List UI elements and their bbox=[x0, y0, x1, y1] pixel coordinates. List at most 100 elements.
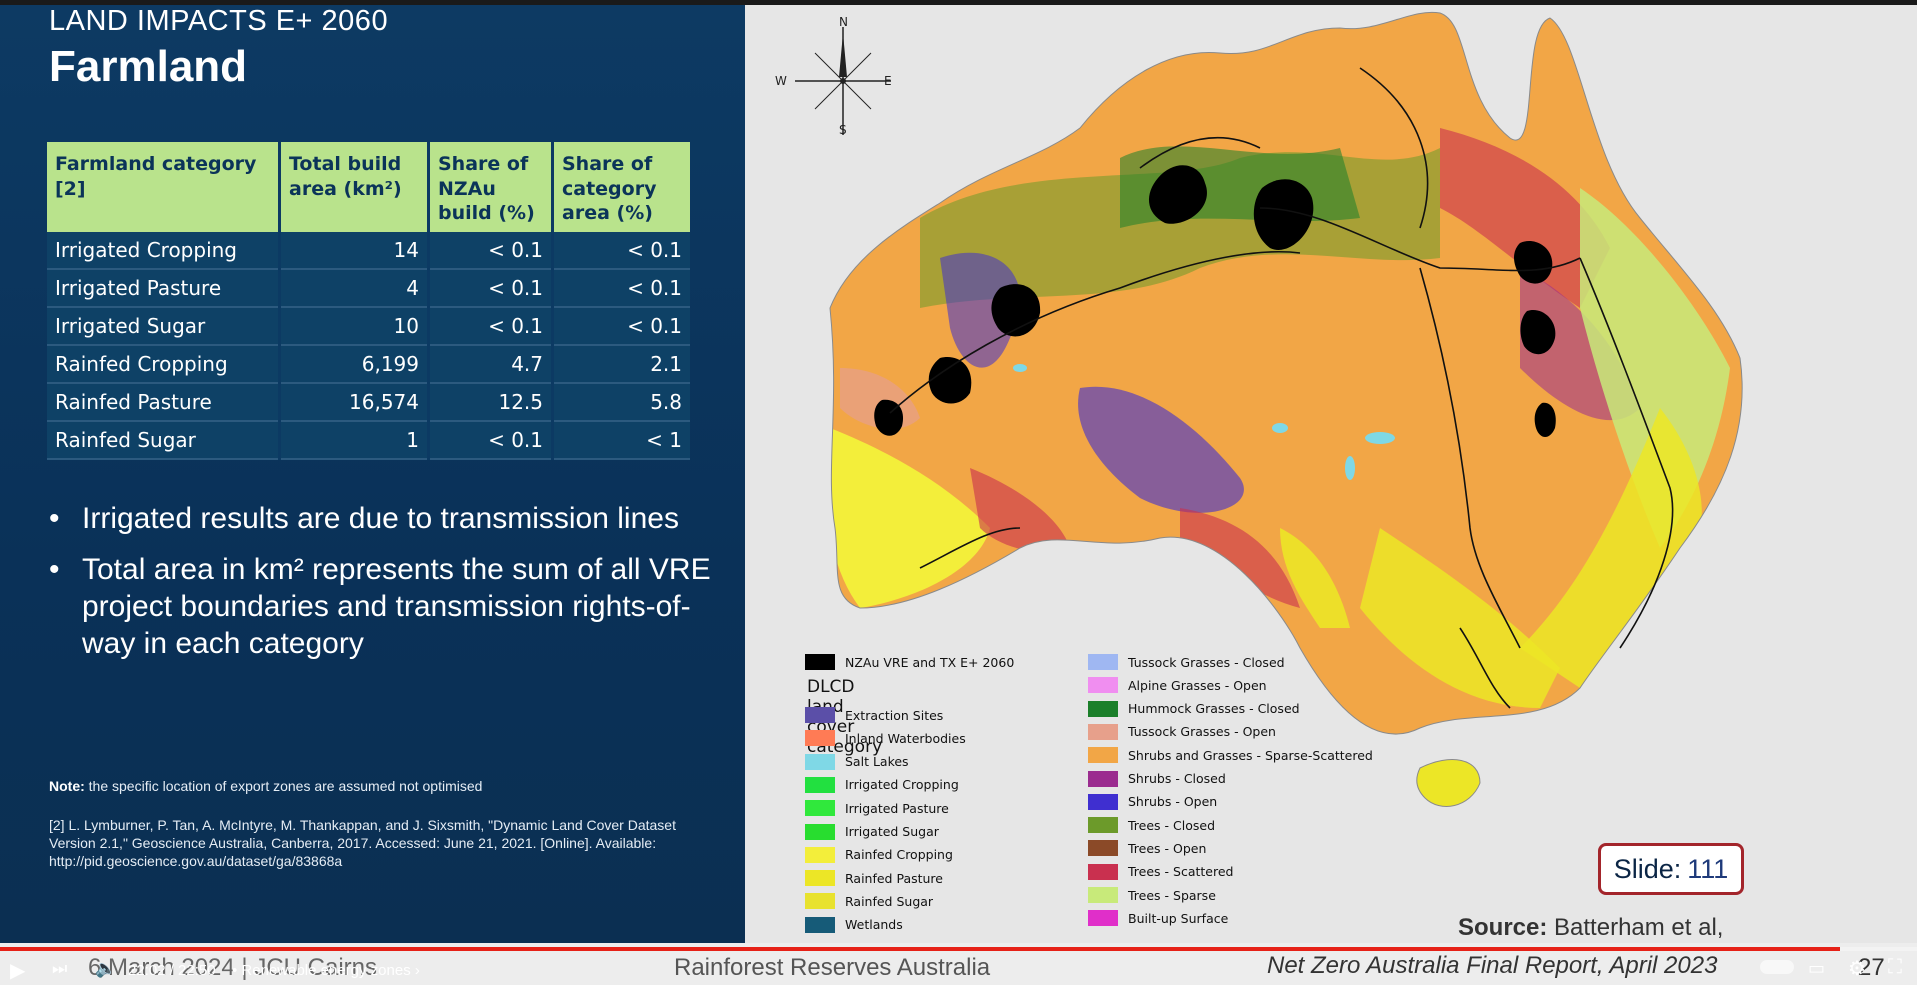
legend-item: Shrubs - Closed bbox=[1088, 769, 1226, 789]
table-header: Total build area (km²) bbox=[279, 142, 430, 232]
legend-label: NZAu VRE and TX E+ 2060 bbox=[845, 654, 1015, 670]
farmland-table: Farmland category [2] Total build area (… bbox=[47, 142, 690, 460]
video-frame[interactable]: LAND IMPACTS E+ 2060 Farmland Farmland c… bbox=[0, 0, 1917, 985]
legend-item: Wetlands bbox=[805, 915, 903, 935]
footer-report: Net Zero Australia Final Report, April 2… bbox=[1267, 952, 1718, 979]
legend-swatch bbox=[805, 870, 835, 887]
legend-label: Inland Waterbodies bbox=[845, 730, 966, 746]
table-cell: Rainfed Pasture bbox=[47, 383, 281, 422]
volume-icon[interactable]: 🔈 bbox=[95, 959, 116, 979]
slide-eyebrow: LAND IMPACTS E+ 2060 bbox=[49, 5, 389, 37]
legend-label: Hummock Grasses - Closed bbox=[1128, 701, 1300, 717]
footer-center: Rainforest Reserves Australia bbox=[674, 954, 991, 981]
legend-item: Trees - Sparse bbox=[1088, 885, 1216, 905]
legend-item-vre: NZAu VRE and TX E+ 2060 bbox=[805, 652, 1014, 672]
legend-swatch bbox=[1088, 747, 1118, 764]
table-cell: 12.5 bbox=[428, 383, 554, 422]
table-cell: Irrigated Sugar bbox=[47, 307, 281, 346]
compass-w: W bbox=[775, 74, 787, 88]
bullet-item: • Total area in km² represents the sum o… bbox=[49, 551, 729, 662]
legend-item: Hummock Grasses - Closed bbox=[1088, 699, 1300, 719]
legend-item: Tussock Grasses - Open bbox=[1088, 722, 1276, 742]
legend-swatch bbox=[805, 846, 835, 863]
slide-note: Note: the specific location of export zo… bbox=[49, 778, 482, 794]
legend-swatch bbox=[1088, 887, 1118, 903]
legend-label: Shrubs - Open bbox=[1128, 794, 1218, 810]
legend-label: Salt Lakes bbox=[845, 754, 909, 770]
table-cell: 2.1 bbox=[552, 345, 690, 384]
chapter-title[interactable]: • Renewable energy zones › bbox=[232, 962, 420, 979]
table-header: Share of NZAu build (%) bbox=[428, 142, 554, 232]
legend-label: Trees - Scattered bbox=[1128, 864, 1234, 880]
legend-item: Salt Lakes bbox=[805, 752, 909, 772]
table-cell: < 0.1 bbox=[428, 269, 554, 308]
legend-label: Trees - Sparse bbox=[1128, 887, 1216, 903]
legend-swatch bbox=[1088, 654, 1118, 670]
play-icon[interactable]: ▶ bbox=[10, 958, 25, 983]
table-header: Farmland category [2] bbox=[47, 142, 281, 232]
legend-label: Tussock Grasses - Closed bbox=[1128, 654, 1285, 670]
bullet-list: • Irrigated results are due to transmiss… bbox=[49, 500, 729, 676]
table-cell: 14 bbox=[279, 232, 430, 270]
settings-gear-icon[interactable]: ⚙ bbox=[1848, 956, 1866, 981]
table-cell: < 0.1 bbox=[552, 269, 690, 308]
legend-item: Rainfed Sugar bbox=[805, 891, 933, 911]
bullet-dot-icon: • bbox=[49, 553, 60, 586]
table-cell: Rainfed Sugar bbox=[47, 421, 281, 460]
source-credit: Source: Batterham et al, bbox=[1458, 914, 1723, 942]
legend-item: Trees - Scattered bbox=[1088, 862, 1233, 882]
legend-label: Tussock Grasses - Open bbox=[1128, 724, 1276, 740]
legend-swatch bbox=[1088, 793, 1118, 810]
legend-swatch bbox=[805, 707, 835, 723]
note-label: Note: bbox=[49, 778, 85, 794]
fullscreen-icon[interactable]: ⛶ bbox=[1888, 956, 1902, 979]
legend-swatch bbox=[1088, 700, 1118, 717]
legend-item: Shrubs and Grasses - Sparse-Scattered bbox=[1088, 745, 1373, 765]
legend-item: Alpine Grasses - Open bbox=[1088, 675, 1267, 695]
legend-swatch bbox=[1088, 910, 1118, 927]
table-cell: 5.8 bbox=[552, 383, 690, 422]
legend-item: Rainfed Pasture bbox=[805, 868, 943, 888]
reference-citation: [2] L. Lymburner, P. Tan, A. McIntyre, M… bbox=[49, 817, 676, 869]
legend-label: Rainfed Sugar bbox=[845, 893, 934, 909]
table-cell: 10 bbox=[279, 307, 430, 346]
legend-swatch bbox=[1088, 723, 1118, 740]
legend-label: Shrubs and Grasses - Sparse-Scattered bbox=[1128, 747, 1373, 763]
bullet-dot-icon: • bbox=[49, 502, 60, 535]
tasmania-shape bbox=[1416, 759, 1481, 807]
autoplay-toggle[interactable] bbox=[1760, 960, 1794, 974]
legend-label: Shrubs - Closed bbox=[1128, 771, 1226, 786]
legend-label: Rainfed Cropping bbox=[845, 847, 953, 863]
legend-label: Rainfed Pasture bbox=[845, 870, 943, 886]
bullet-item: • Irrigated results are due to transmiss… bbox=[49, 500, 729, 537]
legend-item: Inland Waterbodies bbox=[805, 728, 966, 748]
legend-item: Rainfed Cropping bbox=[805, 845, 953, 865]
subtitles-icon[interactable]: ▭ bbox=[1808, 958, 1825, 979]
legend-item: Trees - Open bbox=[1088, 838, 1206, 858]
next-icon[interactable]: ⏭ bbox=[52, 959, 67, 979]
table-cell: < 0.1 bbox=[428, 307, 554, 346]
table-cell: < 1 bbox=[552, 421, 690, 460]
legend-swatch bbox=[805, 800, 835, 817]
legend-label: Trees - Open bbox=[1128, 840, 1207, 856]
source-label: Source: bbox=[1458, 914, 1548, 941]
note-text: the specific location of export zones ar… bbox=[88, 778, 483, 794]
legend-swatch bbox=[805, 893, 835, 910]
legend-label: Built-up Surface bbox=[1128, 910, 1229, 926]
legend-label: Extraction Sites bbox=[845, 707, 944, 723]
legend-swatch bbox=[1088, 770, 1118, 787]
land-cover-layer bbox=[830, 12, 1743, 735]
table-cell: < 0.1 bbox=[428, 421, 554, 460]
table-row: Rainfed Cropping 6,199 4.7 2.1 bbox=[47, 345, 690, 384]
table-row: Irrigated Cropping 14 < 0.1 < 0.1 bbox=[47, 232, 690, 270]
legend-swatch bbox=[1088, 840, 1118, 857]
legend-label: Trees - Closed bbox=[1128, 817, 1215, 833]
bullet-text: Total area in km² represents the sum of … bbox=[82, 553, 711, 660]
legend-swatch bbox=[805, 823, 835, 840]
legend-item: Extraction Sites bbox=[805, 705, 943, 725]
table-cell: < 0.1 bbox=[552, 307, 690, 346]
table-cell: < 0.1 bbox=[428, 232, 554, 270]
table-row: Irrigated Sugar 10 < 0.1 < 0.1 bbox=[47, 307, 690, 346]
legend-swatch bbox=[1088, 817, 1118, 834]
legend-item: Built-up Surface bbox=[1088, 908, 1228, 928]
